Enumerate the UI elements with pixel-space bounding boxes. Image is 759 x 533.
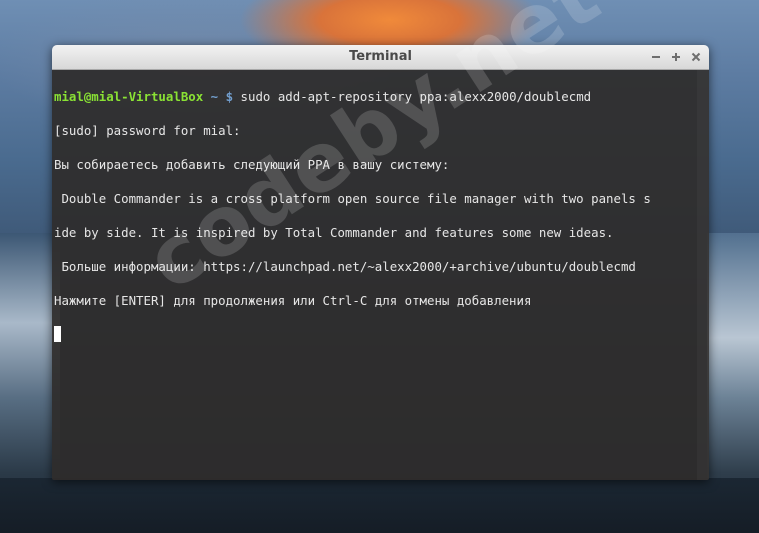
terminal-scrollbar[interactable] [697, 70, 709, 480]
terminal-line: Double Commander is a cross platform ope… [54, 191, 651, 206]
text-cursor [54, 326, 61, 342]
terminal-command-line: mial@mial-VirtualBox ~ $ sudo add-apt-re… [54, 88, 709, 105]
command-text: sudo add-apt-repository ppa:alexx2000/do… [233, 89, 592, 104]
terminal-line: Вы собираетесь добавить следующий PPA в … [54, 157, 450, 172]
terminal-window[interactable]: Terminal mial@mial-VirtualBox ~ $ sudo a… [52, 45, 709, 480]
prompt-user-host: mial@mial-VirtualBox [54, 89, 204, 104]
maximize-button[interactable] [671, 52, 681, 62]
wallpaper-forest [0, 478, 759, 533]
terminal-cursor-line [54, 326, 709, 343]
minimize-icon [652, 56, 660, 58]
minimize-button[interactable] [651, 52, 661, 62]
window-titlebar[interactable]: Terminal [52, 45, 709, 70]
terminal-line: ide by side. It is inspired by Total Com… [54, 225, 614, 240]
window-title: Terminal [349, 49, 412, 64]
terminal-line: [sudo] password for mial: [54, 123, 241, 138]
close-button[interactable] [691, 52, 701, 62]
maximize-icon [672, 53, 680, 61]
close-icon [691, 52, 701, 62]
terminal-line: Нажмите [ENTER] для продолжения или Ctrl… [54, 293, 532, 308]
terminal-line: Больше информации: https://launchpad.net… [54, 259, 636, 274]
window-controls [651, 45, 701, 69]
terminal-output[interactable]: mial@mial-VirtualBox ~ $ sudo add-apt-re… [52, 70, 709, 480]
prompt-path: ~ $ [210, 89, 234, 104]
